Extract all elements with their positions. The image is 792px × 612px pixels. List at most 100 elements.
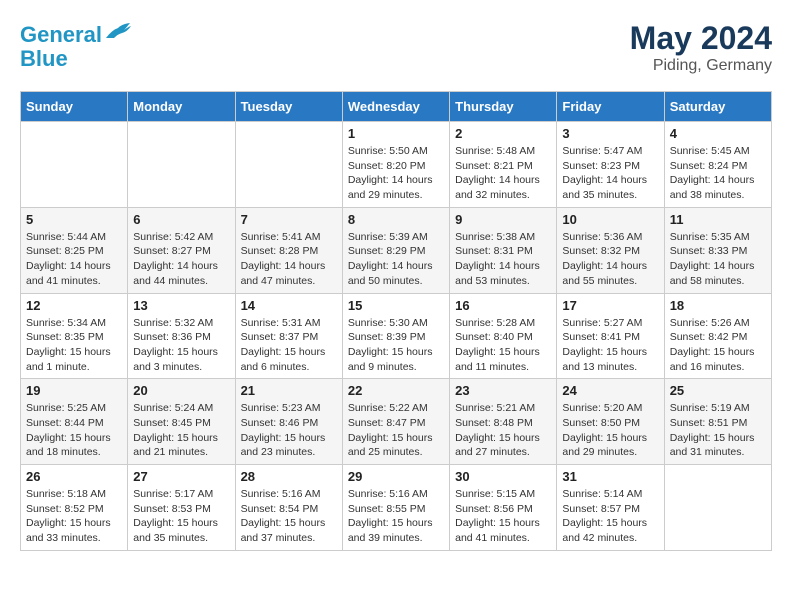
calendar-cell: 3 Sunrise: 5:47 AMSunset: 8:23 PMDaylight…	[557, 122, 664, 208]
day-info: Sunrise: 5:28 AMSunset: 8:40 PMDaylight:…	[455, 316, 551, 375]
calendar-cell: 23 Sunrise: 5:21 AMSunset: 8:48 PMDayligh…	[450, 379, 557, 465]
day-info: Sunrise: 5:31 AMSunset: 8:37 PMDaylight:…	[241, 316, 337, 375]
day-info: Sunrise: 5:27 AMSunset: 8:41 PMDaylight:…	[562, 316, 658, 375]
col-header-monday: Monday	[128, 92, 235, 122]
day-info: Sunrise: 5:22 AMSunset: 8:47 PMDaylight:…	[348, 401, 444, 460]
calendar-cell: 4 Sunrise: 5:45 AMSunset: 8:24 PMDaylight…	[664, 122, 771, 208]
col-header-friday: Friday	[557, 92, 664, 122]
calendar-cell: 5 Sunrise: 5:44 AMSunset: 8:25 PMDaylight…	[21, 207, 128, 293]
col-header-wednesday: Wednesday	[342, 92, 449, 122]
day-info: Sunrise: 5:47 AMSunset: 8:23 PMDaylight:…	[562, 144, 658, 203]
day-number: 29	[348, 469, 444, 484]
day-number: 31	[562, 469, 658, 484]
day-info: Sunrise: 5:41 AMSunset: 8:28 PMDaylight:…	[241, 230, 337, 289]
calendar-cell	[21, 122, 128, 208]
day-number: 9	[455, 212, 551, 227]
day-number: 12	[26, 298, 122, 313]
logo-text: GeneralBlue	[20, 20, 132, 71]
day-info: Sunrise: 5:19 AMSunset: 8:51 PMDaylight:…	[670, 401, 766, 460]
calendar-cell: 11 Sunrise: 5:35 AMSunset: 8:33 PMDayligh…	[664, 207, 771, 293]
day-info: Sunrise: 5:35 AMSunset: 8:33 PMDaylight:…	[670, 230, 766, 289]
calendar-cell: 10Sunrise: 5:36 AMSunset: 8:32 PMDayligh…	[557, 207, 664, 293]
calendar-week-row: 5 Sunrise: 5:44 AMSunset: 8:25 PMDaylight…	[21, 207, 772, 293]
calendar-cell: 17 Sunrise: 5:27 AMSunset: 8:41 PMDayligh…	[557, 293, 664, 379]
calendar-cell: 8Sunrise: 5:39 AMSunset: 8:29 PMDaylight…	[342, 207, 449, 293]
calendar-cell: 2 Sunrise: 5:48 AMSunset: 8:21 PMDaylight…	[450, 122, 557, 208]
day-number: 5	[26, 212, 122, 227]
calendar-cell: 9 Sunrise: 5:38 AMSunset: 8:31 PMDaylight…	[450, 207, 557, 293]
calendar-table: SundayMondayTuesdayWednesdayThursdayFrid…	[20, 91, 772, 551]
day-info: Sunrise: 5:45 AMSunset: 8:24 PMDaylight:…	[670, 144, 766, 203]
calendar-cell: 20Sunrise: 5:24 AMSunset: 8:45 PMDayligh…	[128, 379, 235, 465]
day-number: 27	[133, 469, 229, 484]
calendar-cell: 12 Sunrise: 5:34 AMSunset: 8:35 PMDayligh…	[21, 293, 128, 379]
day-info: Sunrise: 5:42 AMSunset: 8:27 PMDaylight:…	[133, 230, 229, 289]
calendar-header-row: SundayMondayTuesdayWednesdayThursdayFrid…	[21, 92, 772, 122]
day-info: Sunrise: 5:18 AMSunset: 8:52 PMDaylight:…	[26, 487, 122, 546]
day-number: 24	[562, 383, 658, 398]
day-info: Sunrise: 5:17 AMSunset: 8:53 PMDaylight:…	[133, 487, 229, 546]
calendar-cell: 22Sunrise: 5:22 AMSunset: 8:47 PMDayligh…	[342, 379, 449, 465]
day-info: Sunrise: 5:25 AMSunset: 8:44 PMDaylight:…	[26, 401, 122, 460]
day-number: 11	[670, 212, 766, 227]
day-number: 4	[670, 126, 766, 141]
calendar-cell	[235, 122, 342, 208]
day-number: 17	[562, 298, 658, 313]
day-number: 2	[455, 126, 551, 141]
title-block: May 2024 Piding, Germany	[630, 20, 772, 75]
day-info: Sunrise: 5:38 AMSunset: 8:31 PMDaylight:…	[455, 230, 551, 289]
calendar-cell: 14Sunrise: 5:31 AMSunset: 8:37 PMDayligh…	[235, 293, 342, 379]
calendar-cell	[128, 122, 235, 208]
day-info: Sunrise: 5:48 AMSunset: 8:21 PMDaylight:…	[455, 144, 551, 203]
calendar-cell: 29Sunrise: 5:16 AMSunset: 8:55 PMDayligh…	[342, 465, 449, 551]
day-number: 6	[133, 212, 229, 227]
day-number: 23	[455, 383, 551, 398]
calendar-cell: 16 Sunrise: 5:28 AMSunset: 8:40 PMDayligh…	[450, 293, 557, 379]
calendar-cell: 26 Sunrise: 5:18 AMSunset: 8:52 PMDayligh…	[21, 465, 128, 551]
logo: GeneralBlue	[20, 20, 132, 71]
day-number: 13	[133, 298, 229, 313]
day-info: Sunrise: 5:34 AMSunset: 8:35 PMDaylight:…	[26, 316, 122, 375]
calendar-cell: 18 Sunrise: 5:26 AMSunset: 8:42 PMDayligh…	[664, 293, 771, 379]
col-header-sunday: Sunday	[21, 92, 128, 122]
calendar-cell: 13 Sunrise: 5:32 AMSunset: 8:36 PMDayligh…	[128, 293, 235, 379]
day-number: 25	[670, 383, 766, 398]
calendar-cell: 30 Sunrise: 5:15 AMSunset: 8:56 PMDayligh…	[450, 465, 557, 551]
day-info: Sunrise: 5:16 AMSunset: 8:54 PMDaylight:…	[241, 487, 337, 546]
calendar-cell: 19 Sunrise: 5:25 AMSunset: 8:44 PMDayligh…	[21, 379, 128, 465]
day-number: 18	[670, 298, 766, 313]
day-number: 20	[133, 383, 229, 398]
calendar-cell: 6 Sunrise: 5:42 AMSunset: 8:27 PMDaylight…	[128, 207, 235, 293]
day-number: 3	[562, 126, 658, 141]
calendar-cell: 7Sunrise: 5:41 AMSunset: 8:28 PMDaylight…	[235, 207, 342, 293]
day-info: Sunrise: 5:14 AMSunset: 8:57 PMDaylight:…	[562, 487, 658, 546]
day-number: 26	[26, 469, 122, 484]
calendar-cell: 31 Sunrise: 5:14 AMSunset: 8:57 PMDayligh…	[557, 465, 664, 551]
day-info: Sunrise: 5:26 AMSunset: 8:42 PMDaylight:…	[670, 316, 766, 375]
day-number: 16	[455, 298, 551, 313]
calendar-week-row: 12 Sunrise: 5:34 AMSunset: 8:35 PMDayligh…	[21, 293, 772, 379]
day-number: 19	[26, 383, 122, 398]
calendar-location: Piding, Germany	[630, 57, 772, 75]
calendar-cell: 28 Sunrise: 5:16 AMSunset: 8:54 PMDayligh…	[235, 465, 342, 551]
day-info: Sunrise: 5:44 AMSunset: 8:25 PMDaylight:…	[26, 230, 122, 289]
calendar-cell: 21Sunrise: 5:23 AMSunset: 8:46 PMDayligh…	[235, 379, 342, 465]
day-info: Sunrise: 5:21 AMSunset: 8:48 PMDaylight:…	[455, 401, 551, 460]
calendar-cell: 15 Sunrise: 5:30 AMSunset: 8:39 PMDayligh…	[342, 293, 449, 379]
calendar-cell	[664, 465, 771, 551]
day-info: Sunrise: 5:20 AMSunset: 8:50 PMDaylight:…	[562, 401, 658, 460]
day-number: 1	[348, 126, 444, 141]
day-number: 28	[241, 469, 337, 484]
day-info: Sunrise: 5:36 AMSunset: 8:32 PMDaylight:…	[562, 230, 658, 289]
col-header-thursday: Thursday	[450, 92, 557, 122]
calendar-cell: 27 Sunrise: 5:17 AMSunset: 8:53 PMDayligh…	[128, 465, 235, 551]
calendar-cell: 25 Sunrise: 5:19 AMSunset: 8:51 PMDayligh…	[664, 379, 771, 465]
day-number: 15	[348, 298, 444, 313]
day-info: Sunrise: 5:23 AMSunset: 8:46 PMDaylight:…	[241, 401, 337, 460]
day-info: Sunrise: 5:50 AMSunset: 8:20 PMDaylight:…	[348, 144, 444, 203]
day-info: Sunrise: 5:30 AMSunset: 8:39 PMDaylight:…	[348, 316, 444, 375]
day-info: Sunrise: 5:15 AMSunset: 8:56 PMDaylight:…	[455, 487, 551, 546]
day-info: Sunrise: 5:32 AMSunset: 8:36 PMDaylight:…	[133, 316, 229, 375]
day-number: 30	[455, 469, 551, 484]
col-header-tuesday: Tuesday	[235, 92, 342, 122]
